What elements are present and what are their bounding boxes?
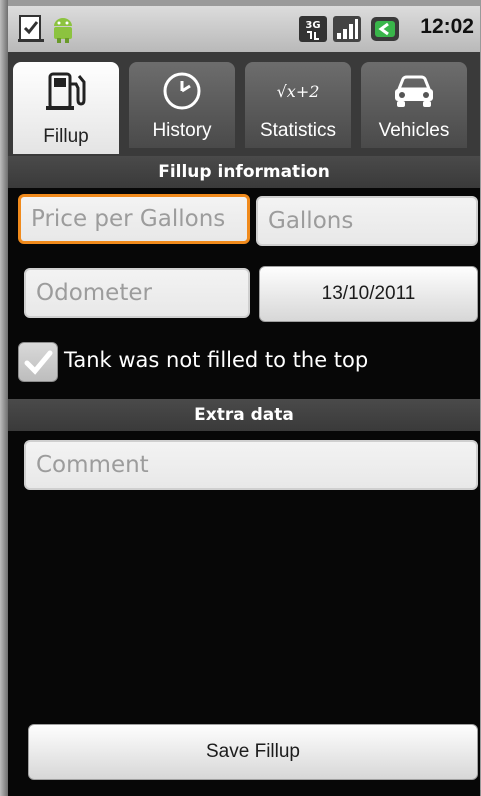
not-full-checkbox[interactable] <box>18 342 58 382</box>
status-bar: 3G 12:02 <box>8 6 480 52</box>
status-time: 12:02 <box>420 15 474 38</box>
tab-history[interactable]: History <box>129 62 235 148</box>
not-full-label: Tank was not filled to the top <box>64 348 369 372</box>
clock-icon <box>163 72 201 110</box>
signal-bars-icon <box>333 16 361 42</box>
tab-vehicles[interactable]: Vehicles <box>361 62 467 148</box>
tab-label: Statistics <box>259 120 337 141</box>
tab-label: History <box>152 120 212 141</box>
fillup-section-header: Fillup information <box>8 156 480 188</box>
tab-bar: Fillup History √x+2 Statistics Vehicles <box>8 52 480 156</box>
comment-input[interactable]: Comment <box>24 440 478 490</box>
battery-icon <box>371 17 399 41</box>
app-screen: 3G 12:02 Fillup History √x+2 Statistics … <box>8 6 480 796</box>
device-frame-left <box>0 0 8 796</box>
odometer-input[interactable]: Odometer <box>24 268 250 318</box>
not-full-checkbox-row[interactable]: Tank was not filled to the top <box>18 338 478 386</box>
car-icon <box>395 75 433 107</box>
sd-card-icon <box>18 15 44 42</box>
gallons-input[interactable]: Gallons <box>256 196 478 246</box>
date-button[interactable]: 13/10/2011 <box>259 266 478 322</box>
checkmark-icon <box>24 350 53 375</box>
tab-label: Fillup <box>43 126 89 147</box>
3g-data-icon: 3G <box>299 16 327 42</box>
svg-text:3G: 3G <box>305 20 320 31</box>
fuel-pump-icon <box>46 72 86 110</box>
tab-statistics[interactable]: √x+2 Statistics <box>245 62 351 148</box>
android-icon <box>54 18 72 43</box>
extra-section-header: Extra data <box>8 399 480 431</box>
sqrt-formula-icon: √x+2 <box>276 81 320 101</box>
tab-fillup[interactable]: Fillup <box>13 62 119 154</box>
price-per-gallon-input[interactable]: Price per Gallons <box>18 194 250 244</box>
tab-label: Vehicles <box>378 120 450 141</box>
save-fillup-button[interactable]: Save Fillup <box>28 724 478 780</box>
